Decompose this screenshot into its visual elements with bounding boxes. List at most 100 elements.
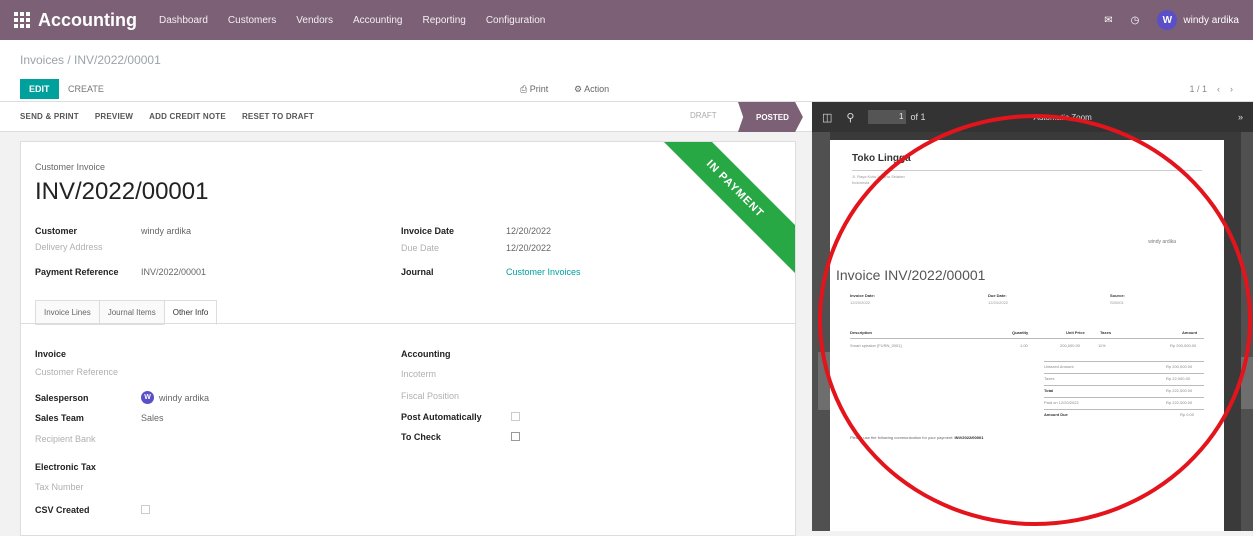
pdf-scrollbar[interactable]: [1241, 132, 1253, 531]
electronic-tax-section-title: Electronic Tax: [35, 462, 96, 472]
table-cell: Smart speaker [FURN_0001]: [850, 343, 902, 348]
sales-team-field[interactable]: Sales: [141, 413, 164, 423]
journal-field[interactable]: Customer Invoices: [506, 267, 581, 277]
more-tools-icon[interactable]: »: [1238, 112, 1243, 122]
page-total: of 1: [910, 112, 926, 122]
top-navbar: Accounting Dashboard Customers Vendors A…: [0, 0, 1253, 40]
meta-value: S00001: [1110, 300, 1124, 305]
table-cell: 1.00: [1020, 343, 1028, 348]
delivery-address-label: Delivery Address: [35, 242, 103, 252]
create-button[interactable]: CREATE: [64, 79, 108, 99]
preview-button[interactable]: PREVIEW: [95, 112, 133, 121]
page-title: INV/2022/00001: [35, 178, 209, 205]
fiscal-position-label: Fiscal Position: [401, 391, 460, 401]
zoom-select[interactable]: Automatic Zoom: [1033, 113, 1091, 122]
salesperson-field[interactable]: windy ardika: [159, 393, 209, 403]
invoice-date-label: Invoice Date: [401, 226, 455, 236]
table-header: Amount: [1182, 330, 1198, 335]
search-icon[interactable]: ⚲: [846, 111, 854, 124]
total-label: Amount Due: [1044, 412, 1068, 417]
total-label: Total: [1044, 388, 1054, 393]
pager: 1 / 1 ‹ ›: [1189, 84, 1233, 94]
stage-posted: POSTED: [738, 102, 803, 132]
csv-created-checkbox[interactable]: [141, 505, 150, 514]
sidebar-toggle-icon[interactable]: ◫: [822, 111, 832, 124]
menu-accounting[interactable]: Accounting: [353, 15, 402, 26]
payment-reference-field[interactable]: INV/2022/00001: [141, 267, 206, 277]
breadcrumb[interactable]: Invoices / INV/2022/00001: [20, 53, 161, 67]
action-dropdown[interactable]: ⚙ Action: [574, 84, 609, 95]
invoice-form-sheet: IN PAYMENT Customer Invoice INV/2022/000…: [20, 141, 796, 536]
menu-reporting[interactable]: Reporting: [422, 15, 465, 26]
reset-to-draft-button[interactable]: RESET TO DRAFT: [242, 112, 314, 121]
meta-value: 12/20/2022: [988, 300, 1009, 305]
table-header-rule: [850, 338, 1204, 339]
activity-icon[interactable]: ◷: [1131, 15, 1140, 26]
recipient-bank-label: Recipient Bank: [35, 434, 96, 444]
page-number-input[interactable]: 1: [868, 110, 907, 124]
due-date-field[interactable]: 12/20/2022: [506, 243, 551, 253]
totals-rule: [1044, 373, 1204, 374]
partner-address: windy ardika: [1148, 239, 1176, 245]
accounting-section-title: Accounting: [401, 349, 451, 359]
total-value: Rp 0.00: [1180, 412, 1195, 417]
total-label: Untaxed Amount: [1044, 364, 1074, 369]
totals-rule: [1044, 409, 1204, 410]
tax-number-label: Tax Number: [35, 482, 84, 492]
pager-value[interactable]: 1 / 1: [1189, 84, 1207, 94]
apps-menu-icon[interactable]: [14, 12, 30, 28]
table-header: Description: [850, 330, 873, 335]
incoterm-label: Incoterm: [401, 369, 437, 379]
total-value: Rp 222,000.00: [1166, 400, 1193, 405]
menu-customers[interactable]: Customers: [228, 15, 276, 26]
collapse-right-handle[interactable]: [1241, 357, 1253, 409]
salesperson-label: Salesperson: [35, 393, 89, 403]
chat-icon[interactable]: ✉: [1104, 15, 1112, 26]
meta-label: Invoice Date:: [850, 293, 875, 298]
menu-configuration[interactable]: Configuration: [486, 15, 545, 26]
pager-next-icon[interactable]: ›: [1230, 84, 1233, 94]
invoice-date-field[interactable]: 12/20/2022: [506, 226, 551, 236]
customer-field[interactable]: windy ardika: [141, 226, 191, 236]
menu-dashboard[interactable]: Dashboard: [159, 15, 208, 26]
print-dropdown[interactable]: ⎙ Print: [520, 84, 548, 95]
post-automatically-checkbox[interactable]: [511, 412, 520, 421]
edit-button[interactable]: EDIT: [20, 79, 59, 99]
pdf-preview-pane: ◫ ⚲ 1 of 1 Automatic Zoom » Toko Lingga …: [812, 102, 1253, 531]
post-automatically-label: Post Automatically: [401, 412, 482, 422]
document-type: Customer Invoice: [35, 162, 106, 172]
customer-reference-label: Customer Reference: [35, 367, 119, 377]
table-cell: 200,000.00: [1060, 343, 1081, 348]
total-label: Taxes: [1044, 376, 1055, 381]
totals-rule: [1044, 397, 1204, 398]
app-name[interactable]: Accounting: [38, 10, 137, 31]
note-reference: INV/2022/00001: [954, 435, 984, 440]
send-print-button[interactable]: SEND & PRINT: [20, 112, 79, 121]
tab-other-info[interactable]: Other Info: [163, 300, 218, 325]
tab-journal-items[interactable]: Journal Items: [98, 300, 165, 325]
pdf-left-gutter: [812, 132, 830, 531]
company-address: Jl. Raya Kota Jakarta Selatan Indonesia: [852, 174, 905, 185]
form-tabs: Invoice Lines Journal Items Other Info: [35, 300, 218, 325]
company-name: Toko Lingga: [852, 153, 911, 164]
table-cell: 11%: [1098, 343, 1106, 348]
meta-label: Source:: [1110, 293, 1125, 298]
salesperson-avatar: W: [141, 391, 154, 404]
total-value: Rp 200,000.00: [1166, 364, 1193, 369]
invoice-title: Invoice INV/2022/00001: [836, 267, 986, 283]
menu-vendors[interactable]: Vendors: [296, 15, 333, 26]
customer-label: Customer: [35, 226, 78, 236]
totals-rule: [1044, 385, 1204, 386]
add-credit-note-button[interactable]: ADD CREDIT NOTE: [149, 112, 226, 121]
due-date-label: Due Date: [401, 243, 440, 253]
to-check-checkbox[interactable]: [511, 432, 520, 441]
pager-prev-icon[interactable]: ‹: [1217, 84, 1220, 94]
user-menu[interactable]: W windy ardika: [1157, 10, 1239, 30]
table-header: Quantity: [1012, 330, 1029, 335]
status-ribbon: IN PAYMENT: [645, 142, 795, 279]
tab-invoice-lines[interactable]: Invoice Lines: [35, 300, 100, 325]
table-cell: Rp 200,000.00: [1170, 343, 1197, 348]
pdf-page: Toko Lingga Jl. Raya Kota Jakarta Selata…: [830, 140, 1224, 531]
topbar-right: ✉ ◷ W windy ardika: [1104, 10, 1239, 30]
pdf-toolbar: ◫ ⚲ 1 of 1 Automatic Zoom »: [812, 102, 1253, 132]
